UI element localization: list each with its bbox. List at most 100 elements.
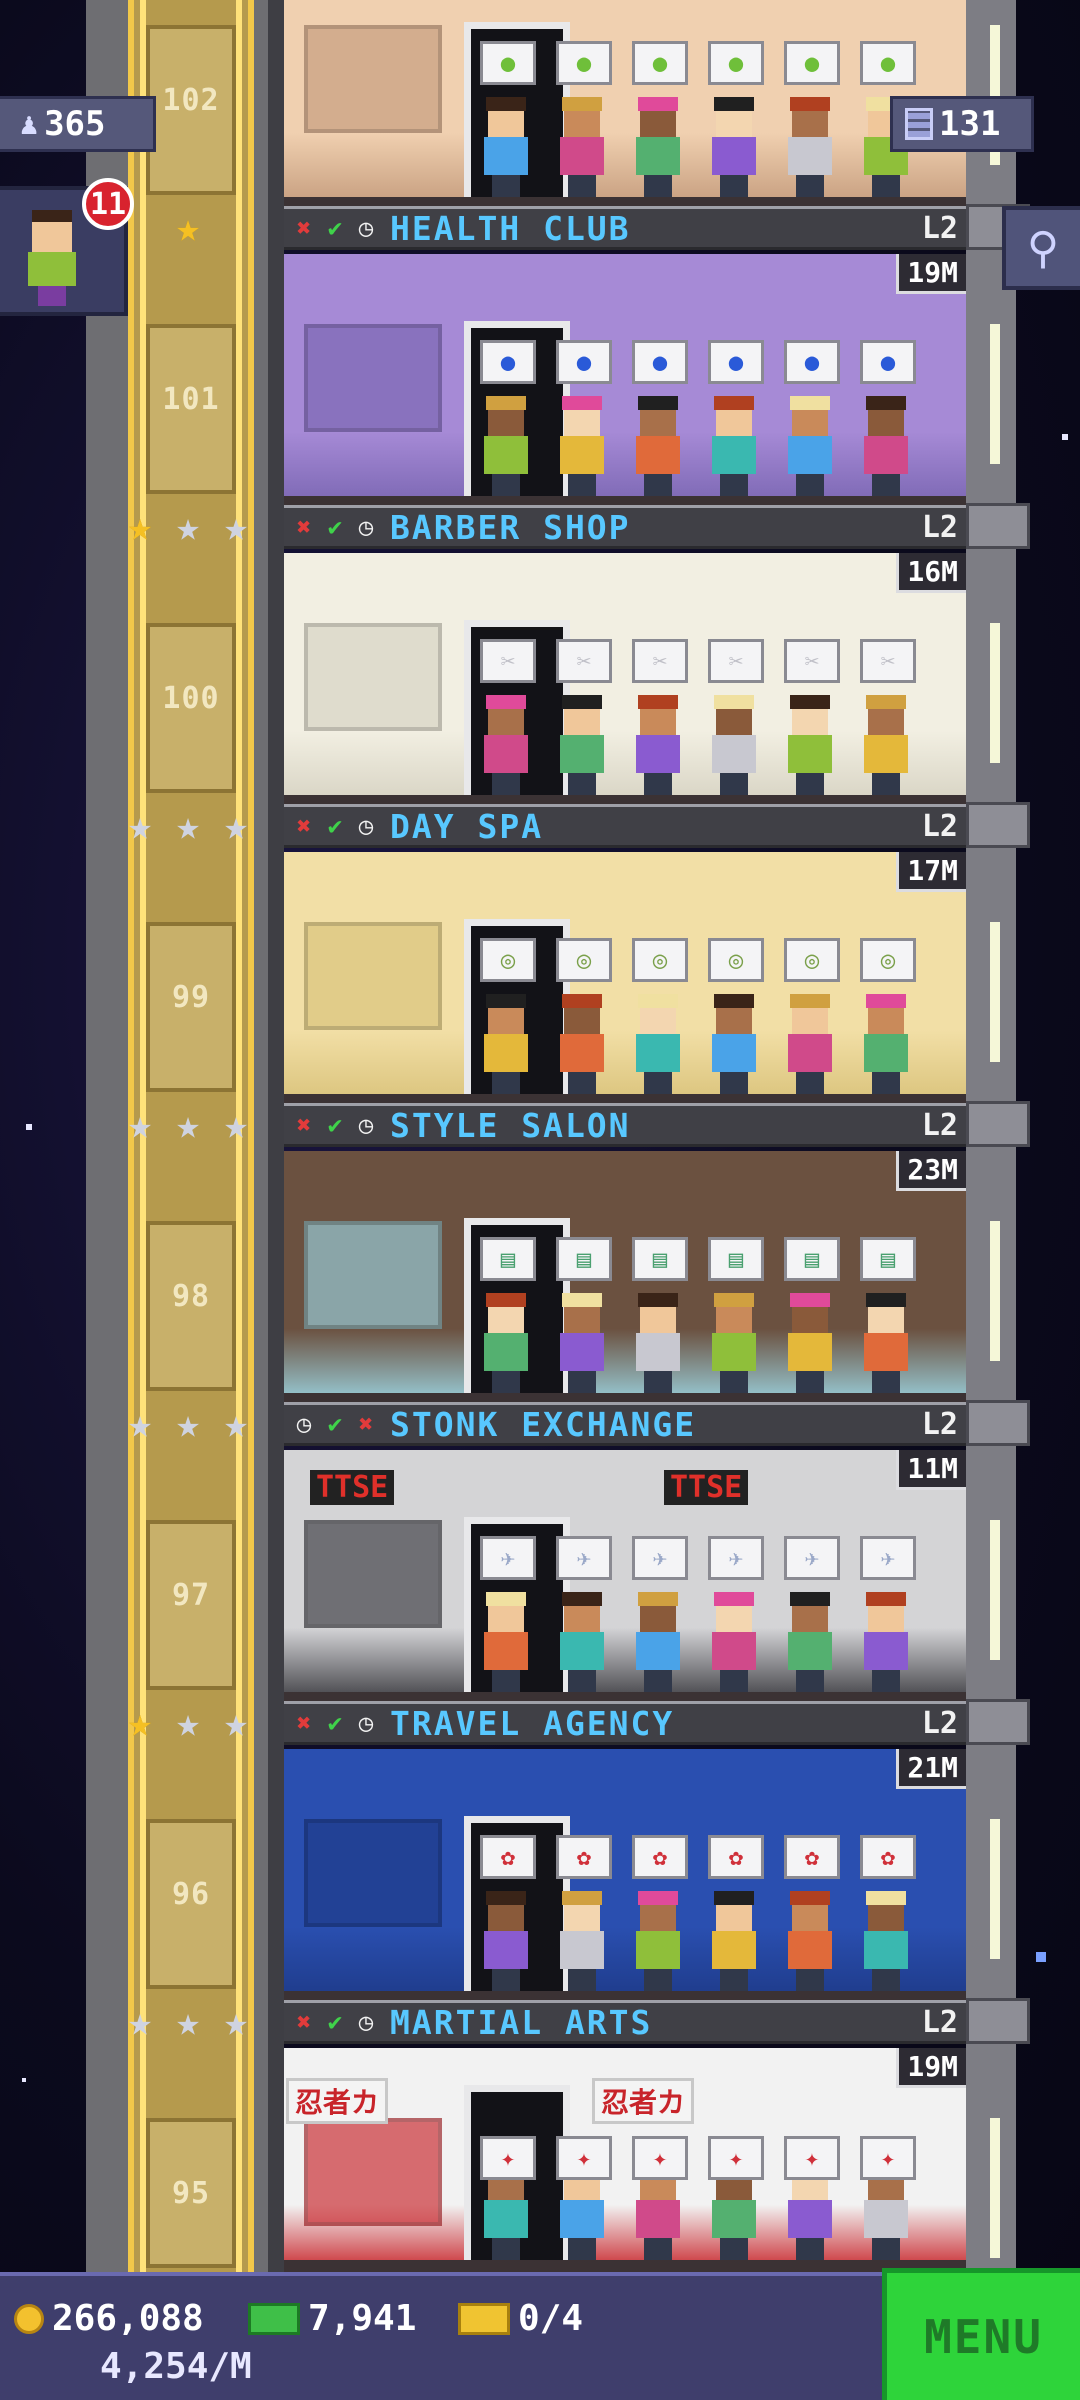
resident[interactable]	[636, 695, 680, 795]
tower-light	[990, 1520, 1000, 1660]
resident[interactable]	[560, 1891, 604, 1991]
resident[interactable]	[560, 695, 604, 795]
dojo-banner: 忍者カ	[592, 2078, 695, 2124]
floor-value-badge: 21M	[896, 1749, 966, 1789]
resident[interactable]	[484, 1293, 528, 1393]
silver-star-icon: ★	[127, 1102, 153, 1148]
bux-display[interactable]: 7,941	[248, 2298, 416, 2339]
coins-display[interactable]: 266,088	[14, 2298, 204, 2339]
cross-icon: ✖	[296, 1709, 312, 1737]
ttse-sign: TTSE	[664, 1470, 749, 1505]
thought-bubble: ◎	[708, 938, 764, 982]
notification-badge[interactable]: 11	[82, 178, 134, 230]
floor-name-bar[interactable]: ✖ ✔ ◷ TRAVEL AGENCY L2	[284, 1701, 966, 1745]
resident[interactable]	[712, 1592, 756, 1692]
floor-room[interactable]: ✿ ✿ ✿ ✿ ✿ ✿ 21M	[284, 1749, 966, 2003]
magnifier-icon[interactable]: ⚲	[1002, 206, 1080, 290]
thought-bubble: ●	[860, 41, 916, 85]
silver-star-icon: ★	[175, 1999, 201, 2045]
resident[interactable]	[484, 695, 528, 795]
star-sparkle	[22, 2078, 26, 2082]
resident[interactable]	[484, 994, 528, 1094]
resident[interactable]	[788, 1891, 832, 1991]
resident[interactable]	[636, 396, 680, 496]
floor-name-bar[interactable]: ◷ ✔ ✖ STONK EXCHANGE L2	[284, 1402, 966, 1446]
tower-bracket	[966, 503, 1030, 549]
room-decor	[304, 324, 442, 432]
thought-bubble: ●	[708, 340, 764, 384]
thought-bubble: ✂	[708, 639, 764, 683]
menu-button[interactable]: MENU	[882, 2268, 1080, 2400]
resident[interactable]	[484, 97, 528, 197]
floor-status-icons: ✖ ✔ ◷	[284, 513, 380, 541]
silver-star-icon: ★	[175, 1401, 201, 1447]
floor-room[interactable]: ● ● ● ● ● ● 19M	[284, 254, 966, 508]
clock-icon: ◷	[358, 2008, 374, 2036]
resident[interactable]	[864, 396, 908, 496]
resident[interactable]	[788, 1293, 832, 1393]
resident[interactable]	[788, 396, 832, 496]
floor-room[interactable]: ●●●●●●29M	[284, 0, 966, 209]
resident[interactable]	[712, 97, 756, 197]
star-sparkle	[1062, 434, 1068, 440]
floor-room[interactable]: ▤ ▤ ▤ ▤ ▤ ▤ 23M	[284, 1151, 966, 1405]
resident[interactable]	[636, 1592, 680, 1692]
clock-icon: ◷	[358, 214, 374, 242]
resident[interactable]	[788, 1592, 832, 1692]
resident[interactable]	[560, 396, 604, 496]
thought-bubble: ◎	[632, 938, 688, 982]
resident[interactable]	[788, 994, 832, 1094]
resident[interactable]	[864, 1293, 908, 1393]
resident[interactable]	[484, 1592, 528, 1692]
elevator-floor-number: 95	[171, 2176, 211, 2211]
resident[interactable]	[864, 1592, 908, 1692]
resident[interactable]	[560, 1592, 604, 1692]
floor-level: L2	[921, 808, 958, 844]
floor-status-icons: ✖ ✔ ◷	[284, 214, 380, 242]
resident[interactable]	[636, 97, 680, 197]
thought-bubble: ✈	[480, 1536, 536, 1580]
resident[interactable]	[636, 1293, 680, 1393]
floor-room[interactable]: ✦ ✦ ✦ ✦ ✦ ✦ 忍者カ 忍者カ 19M	[284, 2048, 966, 2272]
resident[interactable]	[864, 695, 908, 795]
tickets-display[interactable]: 0/4	[458, 2298, 583, 2339]
resident[interactable]	[560, 994, 604, 1094]
cross-icon: ✖	[296, 513, 312, 541]
coin-rate-value: 4,254/M	[100, 2346, 252, 2387]
thought-bubble: ◎	[784, 938, 840, 982]
population-badge[interactable]: ♟ 365	[0, 96, 156, 152]
resident[interactable]	[864, 1891, 908, 1991]
floor-name-bar[interactable]: ✖ ✔ ◷ DAY SPA L2	[284, 804, 966, 848]
person-icon: ♟	[20, 106, 39, 142]
resident[interactable]	[864, 994, 908, 1094]
floor-name-bar[interactable]: ✖ ✔ ◷ MARTIAL ARTS L2	[284, 2000, 966, 2044]
resident[interactable]	[560, 1293, 604, 1393]
resident[interactable]	[484, 1891, 528, 1991]
silver-star-icon: ★	[127, 1999, 153, 2045]
resident[interactable]	[788, 97, 832, 197]
resident[interactable]	[712, 695, 756, 795]
thought-bubble: ✦	[860, 2136, 916, 2180]
floor-name-bar[interactable]: ✖ ✔ ◷ STYLE SALON L2	[284, 1103, 966, 1147]
floor-room[interactable]: ◎ ◎ ◎ ◎ ◎ ◎ 17M	[284, 852, 966, 1106]
resident[interactable]	[484, 396, 528, 496]
floor-name-bar[interactable]: ✖ ✔ ◷ HEALTH CLUB L2	[284, 206, 966, 250]
tickets-value: 0/4	[518, 2298, 584, 2339]
check-icon: ✔	[327, 513, 343, 541]
floor-name: MARTIAL ARTS	[390, 2002, 653, 2042]
resident[interactable]	[636, 994, 680, 1094]
resident[interactable]	[560, 97, 604, 197]
silver-star-icon: ★	[223, 1401, 249, 1447]
resident[interactable]	[712, 994, 756, 1094]
floor-room[interactable]: ✂ ✂ ✂ ✂ ✂ ✂ 16M	[284, 553, 966, 807]
floors-badge[interactable]: 131	[890, 96, 1034, 152]
thought-bubble: ●	[632, 340, 688, 384]
thought-bubble: ▤	[480, 1237, 536, 1281]
resident[interactable]	[788, 695, 832, 795]
resident[interactable]	[636, 1891, 680, 1991]
floor-name-bar[interactable]: ✖ ✔ ◷ BARBER SHOP L2	[284, 505, 966, 549]
resident[interactable]	[712, 1891, 756, 1991]
floor-room[interactable]: ✈ ✈ ✈ ✈ ✈ ✈ TTSE TTSE 11M	[284, 1450, 966, 1704]
resident[interactable]	[712, 396, 756, 496]
resident[interactable]	[712, 1293, 756, 1393]
